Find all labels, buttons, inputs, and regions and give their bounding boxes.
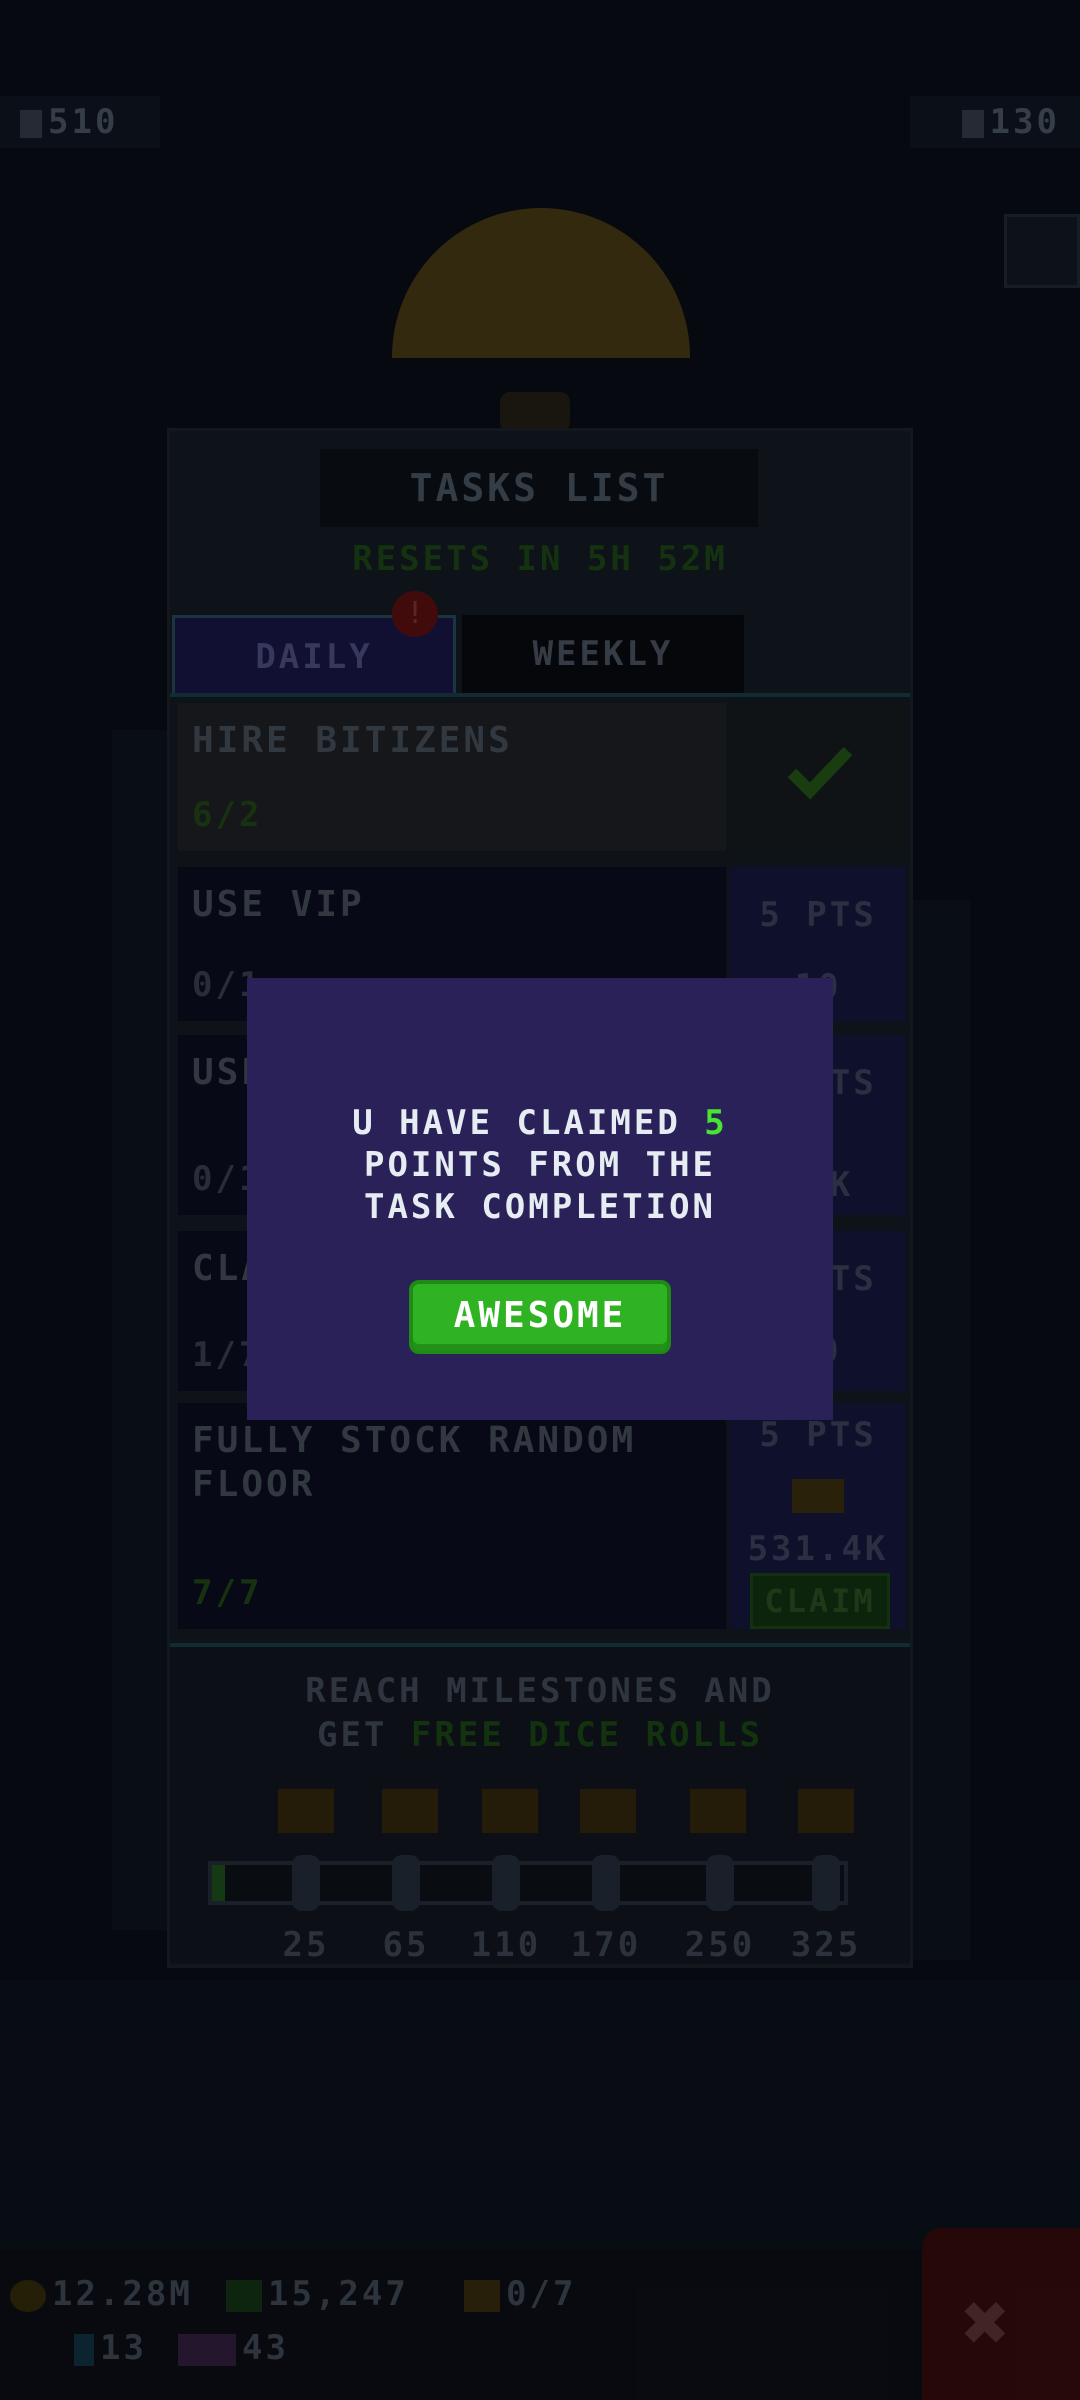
dialog-message: U HAVE CLAIMED 5 POINTS FROM THE TASK CO… — [352, 1103, 728, 1227]
claimed-points: 5 — [704, 1103, 728, 1143]
claim-dialog: U HAVE CLAIMED 5 POINTS FROM THE TASK CO… — [247, 978, 833, 1420]
awesome-button[interactable]: AWESOME — [409, 1280, 671, 1354]
